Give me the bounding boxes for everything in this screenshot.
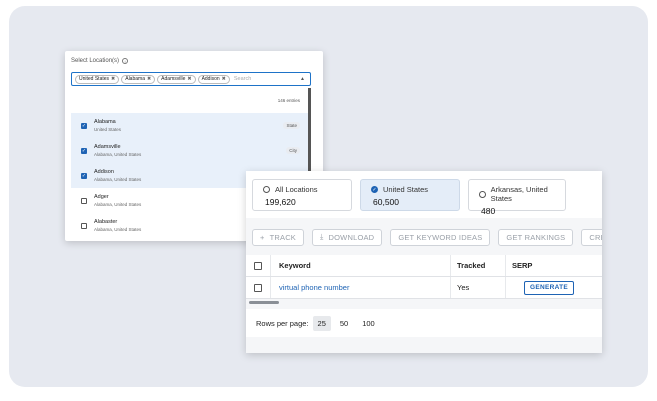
option-name: Adamsville (94, 144, 121, 150)
tracked-value: Yes (450, 277, 505, 298)
option-name: Alabama (94, 119, 116, 125)
chip-adamsville[interactable]: Adamsville ✖ (157, 74, 196, 84)
location-search-placeholder[interactable]: Search (234, 76, 298, 82)
option-type-badge: City (286, 147, 300, 154)
chip-label: Adamsville (161, 76, 186, 82)
location-select-label: Select Location(s) i (71, 58, 129, 64)
radio-unchecked-icon[interactable] (479, 190, 486, 198)
horizontal-scrollbar[interactable] (249, 301, 279, 304)
row-checkbox[interactable] (254, 283, 262, 292)
option-sub: Alabama, United States (94, 227, 142, 232)
keyword-panel: All Locations 199,620 ✓ United States 60,… (246, 171, 602, 353)
header-tracked[interactable]: Tracked (450, 255, 505, 276)
checkbox-checked-icon[interactable]: ✓ (81, 147, 87, 154)
option-name: Alabaster (94, 219, 118, 225)
get-keyword-ideas-button[interactable]: GET KEYWORD IDEAS (390, 228, 491, 246)
action-toolbar: + TRACK ⤓ DOWNLOAD GET KEYWORD IDEAS GET R… (246, 223, 602, 251)
header-keyword[interactable]: Keyword (270, 255, 450, 276)
card-arkansas[interactable]: Arkansas, United States 480 (468, 179, 566, 216)
keyword-table: Keyword Tracked SERP virtual phone numbe… (246, 255, 602, 299)
download-icon: ⤓ (320, 232, 324, 241)
option-adamsville[interactable]: ✓ Adamsville Alabama, United States City (71, 138, 308, 163)
checkbox-checked-icon[interactable]: ✓ (81, 122, 87, 129)
location-multiselect-input[interactable]: United States ✖ Alabama ✖ Adamsville ✖ Addi… (71, 72, 311, 86)
checkbox-unchecked-icon[interactable] (81, 222, 87, 229)
generate-button[interactable]: GENERATE (524, 280, 575, 295)
card-label: United States (383, 185, 429, 194)
caret-up-icon[interactable]: ▲ (300, 76, 305, 82)
chip-label: United States (79, 76, 110, 82)
checkbox-unchecked-icon[interactable] (81, 197, 87, 204)
card-label: Arkansas, United States (490, 185, 548, 203)
card-united-states[interactable]: ✓ United States 60,500 (360, 179, 460, 211)
option-sub: Alabama, United States (94, 152, 142, 157)
option-alabama[interactable]: ✓ Alabama United States State (71, 113, 308, 138)
chip-addison[interactable]: Addison ✖ (197, 74, 230, 84)
plus-icon: + (260, 232, 265, 242)
card-value: 480 (481, 206, 496, 216)
download-label: DOWNLOAD (328, 232, 375, 242)
header-serp[interactable]: SERP (505, 255, 602, 276)
option-name: Adger (94, 194, 109, 200)
pagination: Rows per page: 25 50 100 (246, 309, 602, 337)
card-value: 199,620 (265, 197, 296, 207)
location-cards: All Locations 199,620 ✓ United States 60,… (246, 171, 602, 218)
chip-alabama[interactable]: Alabama ✖ (121, 74, 156, 84)
entries-count: 146 entries (277, 98, 300, 103)
option-type-badge: State (283, 122, 300, 129)
select-all-checkbox[interactable] (254, 261, 262, 270)
option-sub: United States (94, 127, 122, 132)
table-row: virtual phone number Yes GENERATE (246, 277, 602, 299)
rows-per-page-label: Rows per page: (256, 318, 309, 328)
info-icon[interactable]: i (122, 58, 129, 64)
checkbox-checked-icon[interactable]: ✓ (81, 172, 87, 179)
radio-checked-icon[interactable]: ✓ (371, 186, 378, 193)
chip-label: Addison (201, 76, 220, 82)
page-size-100[interactable]: 100 (357, 316, 380, 331)
chip-remove-icon[interactable]: ✖ (222, 76, 226, 82)
chip-label: Alabama (125, 76, 145, 82)
track-label: TRACK (269, 232, 297, 242)
card-value: 60,500 (373, 197, 399, 207)
card-all-locations[interactable]: All Locations 199,620 (252, 179, 352, 211)
location-select-label-text: Select Location(s) (71, 58, 120, 64)
option-sub: Alabama, United States (94, 177, 142, 182)
chip-remove-icon[interactable]: ✖ (111, 76, 115, 82)
option-name: Addison (94, 169, 114, 175)
option-sub: Alabama, United States (94, 202, 142, 207)
background-card: Select Location(s) i United States ✖ Alab… (9, 6, 648, 387)
get-rankings-button[interactable]: GET RANKINGS (498, 228, 574, 246)
track-button[interactable]: + TRACK (252, 228, 305, 246)
chip-remove-icon[interactable]: ✖ (187, 76, 191, 82)
card-label: All Locations (275, 185, 318, 194)
page-size-50[interactable]: 50 (335, 316, 353, 331)
download-button[interactable]: ⤓ DOWNLOAD (312, 228, 383, 246)
chip-united-states[interactable]: United States ✖ (75, 74, 120, 84)
create-button[interactable]: CREA (581, 228, 602, 246)
table-header: Keyword Tracked SERP (246, 255, 602, 277)
radio-unchecked-icon[interactable] (263, 186, 270, 193)
chip-remove-icon[interactable]: ✖ (147, 76, 151, 82)
keyword-link[interactable]: virtual phone number (279, 283, 349, 292)
page-size-25[interactable]: 25 (312, 315, 331, 331)
